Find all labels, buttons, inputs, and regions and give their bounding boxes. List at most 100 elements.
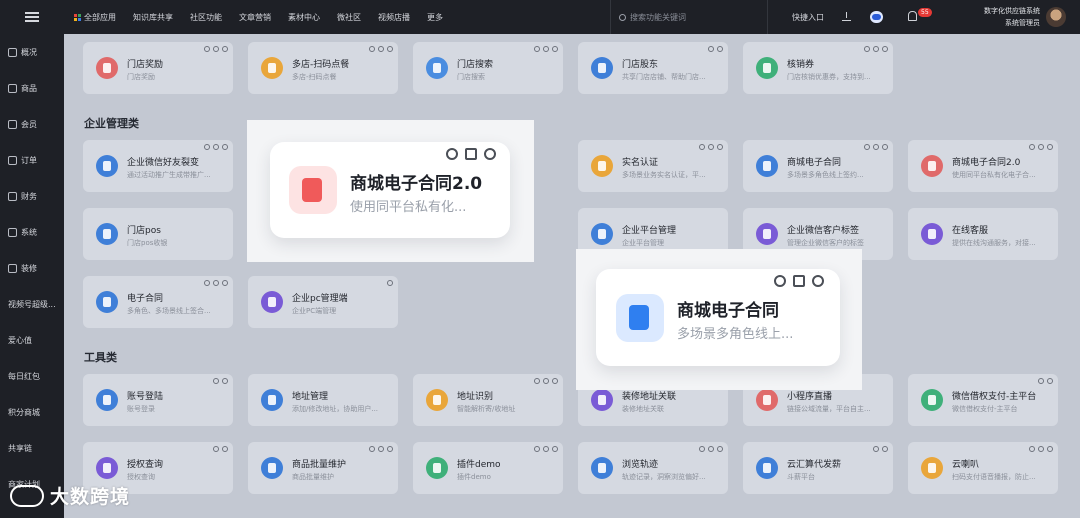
app-card[interactable]: 微信借权支付-主平台 微信借权支付-主平台 [908, 374, 1058, 426]
robot-assistant-icon[interactable] [870, 11, 883, 23]
refresh-icon[interactable] [864, 46, 870, 52]
print-icon[interactable] [543, 446, 549, 452]
app-card[interactable]: 商品批量维护 商品批量维护 [248, 442, 398, 494]
refresh-icon[interactable] [534, 378, 540, 384]
print-icon[interactable] [465, 148, 477, 160]
refresh-icon[interactable] [699, 446, 705, 452]
app-card[interactable]: 账号登陆 账号登录 [83, 374, 233, 426]
app-card[interactable]: 云喇叭 扫码支付语音播报，防止... [908, 442, 1058, 494]
refresh-icon[interactable] [699, 144, 705, 150]
link-icon[interactable] [882, 46, 888, 52]
app-card[interactable]: 企业微信好友裂变 通过活动推广生成带推广... [83, 140, 233, 192]
nav-video-store[interactable]: 视频店播 [378, 12, 410, 23]
refresh-icon[interactable] [1029, 446, 1035, 452]
app-card[interactable]: 地址管理 添加/修改地址，协助用户... [248, 374, 398, 426]
sidebar-item-orders[interactable]: 订单 [0, 142, 64, 178]
refresh-icon[interactable] [213, 446, 219, 452]
app-card[interactable]: 地址识别 智能解析寄/收地址 [413, 374, 563, 426]
app-card[interactable]: 门店搜索 门店搜索 [413, 42, 563, 94]
refresh-icon[interactable] [369, 446, 375, 452]
print-icon[interactable] [708, 144, 714, 150]
print-icon[interactable] [543, 378, 549, 384]
sidebar-item-overview[interactable]: 概况 [0, 34, 64, 70]
refresh-icon[interactable] [534, 46, 540, 52]
app-card[interactable]: 插件demo 插件demo [413, 442, 563, 494]
sidebar-item-love-value[interactable]: 爱心值 [0, 322, 64, 358]
zoom-card-contract2[interactable]: 商城电子合同2.0 使用同平台私有化... [270, 142, 510, 238]
app-card[interactable]: 商城电子合同 多场景多角色线上签约... [743, 140, 893, 192]
print-icon[interactable] [1047, 378, 1053, 384]
print-icon[interactable] [222, 378, 228, 384]
refresh-icon[interactable] [204, 46, 210, 52]
refresh-icon[interactable] [446, 148, 458, 160]
sidebar-item-points-mall[interactable]: 积分商城 [0, 394, 64, 430]
download-icon[interactable] [842, 12, 851, 21]
nav-micro-community[interactable]: 微社区 [337, 12, 361, 23]
app-card[interactable]: 商城电子合同2.0 使用同平台私有化电子合... [908, 140, 1058, 192]
nav-more[interactable]: 更多 [427, 12, 443, 23]
refresh-icon[interactable] [213, 378, 219, 384]
app-card[interactable]: 门店pos 门店pos收银 [83, 208, 233, 260]
nav-knowledge-share[interactable]: 知识库共享 [133, 12, 173, 23]
refresh-icon[interactable] [1038, 378, 1044, 384]
print-icon[interactable] [1038, 144, 1044, 150]
search-input[interactable] [630, 12, 750, 22]
menu-icon[interactable] [0, 0, 64, 34]
print-icon[interactable] [717, 46, 723, 52]
user-info[interactable]: 数字化供应链系统 系统管理员 [960, 5, 1040, 29]
sidebar-item-video-super[interactable]: 视频号超级... [0, 286, 64, 322]
refresh-icon[interactable] [873, 446, 879, 452]
refresh-icon[interactable] [708, 46, 714, 52]
nav-material-center[interactable]: 素材中心 [288, 12, 320, 23]
app-card[interactable]: 多店-扫码点餐 多店-扫码点餐 [248, 42, 398, 94]
link-icon[interactable] [1047, 144, 1053, 150]
avatar[interactable] [1046, 7, 1066, 27]
app-card[interactable]: 核销券 门店核销优惠券，支持到... [743, 42, 893, 94]
link-icon[interactable] [882, 144, 888, 150]
print-icon[interactable] [213, 144, 219, 150]
sidebar-item-share-chain[interactable]: 共享链 [0, 430, 64, 466]
nav-community[interactable]: 社区功能 [190, 12, 222, 23]
link-icon[interactable] [552, 378, 558, 384]
refresh-icon[interactable] [864, 144, 870, 150]
refresh-icon[interactable] [1029, 144, 1035, 150]
link-icon[interactable] [552, 446, 558, 452]
print-icon[interactable] [793, 275, 805, 287]
zoom-card-contract[interactable]: 商城电子合同 多场景多角色线上... [596, 269, 840, 366]
print-icon[interactable] [1038, 446, 1044, 452]
app-card[interactable]: 在线客服 提供在线沟通服务，对接... [908, 208, 1058, 260]
refresh-icon[interactable] [204, 144, 210, 150]
app-card[interactable]: 电子合同 多角色、多场景线上签合... [83, 276, 233, 328]
app-card[interactable]: 实名认证 多场景业务实名认证，平... [578, 140, 728, 192]
link-icon[interactable] [552, 46, 558, 52]
sidebar-item-goods[interactable]: 商品 [0, 70, 64, 106]
sidebar-item-decoration[interactable]: 装修 [0, 250, 64, 286]
link-icon[interactable] [222, 144, 228, 150]
sidebar-item-members[interactable]: 会员 [0, 106, 64, 142]
quick-entry-button[interactable]: 快捷入口 [792, 12, 824, 23]
app-card[interactable]: 门店股东 共享门店店铺、帮助门店... [578, 42, 728, 94]
link-icon[interactable] [222, 46, 228, 52]
print-icon[interactable] [378, 446, 384, 452]
nav-article-marketing[interactable]: 文章营销 [239, 12, 271, 23]
print-icon[interactable] [543, 46, 549, 52]
refresh-icon[interactable] [534, 446, 540, 452]
refresh-icon[interactable] [369, 46, 375, 52]
link-icon[interactable] [717, 144, 723, 150]
refresh-icon[interactable] [774, 275, 786, 287]
sidebar-item-daily-redpacket[interactable]: 每日红包 [0, 358, 64, 394]
print-icon[interactable] [873, 144, 879, 150]
link-icon[interactable] [222, 280, 228, 286]
app-card[interactable]: 浏览轨迹 轨迹记录，洞察浏览偏好... [578, 442, 728, 494]
refresh-icon[interactable] [204, 280, 210, 286]
link-icon[interactable] [1047, 446, 1053, 452]
link-icon[interactable] [812, 275, 824, 287]
sidebar-item-system[interactable]: 系统 [0, 214, 64, 250]
link-icon[interactable] [387, 446, 393, 452]
print-icon[interactable] [222, 446, 228, 452]
link-icon[interactable] [484, 148, 496, 160]
print-icon[interactable] [213, 280, 219, 286]
print-icon[interactable] [378, 46, 384, 52]
link-icon[interactable] [387, 46, 393, 52]
app-card[interactable]: 云汇算代发薪 斗薪平台 [743, 442, 893, 494]
